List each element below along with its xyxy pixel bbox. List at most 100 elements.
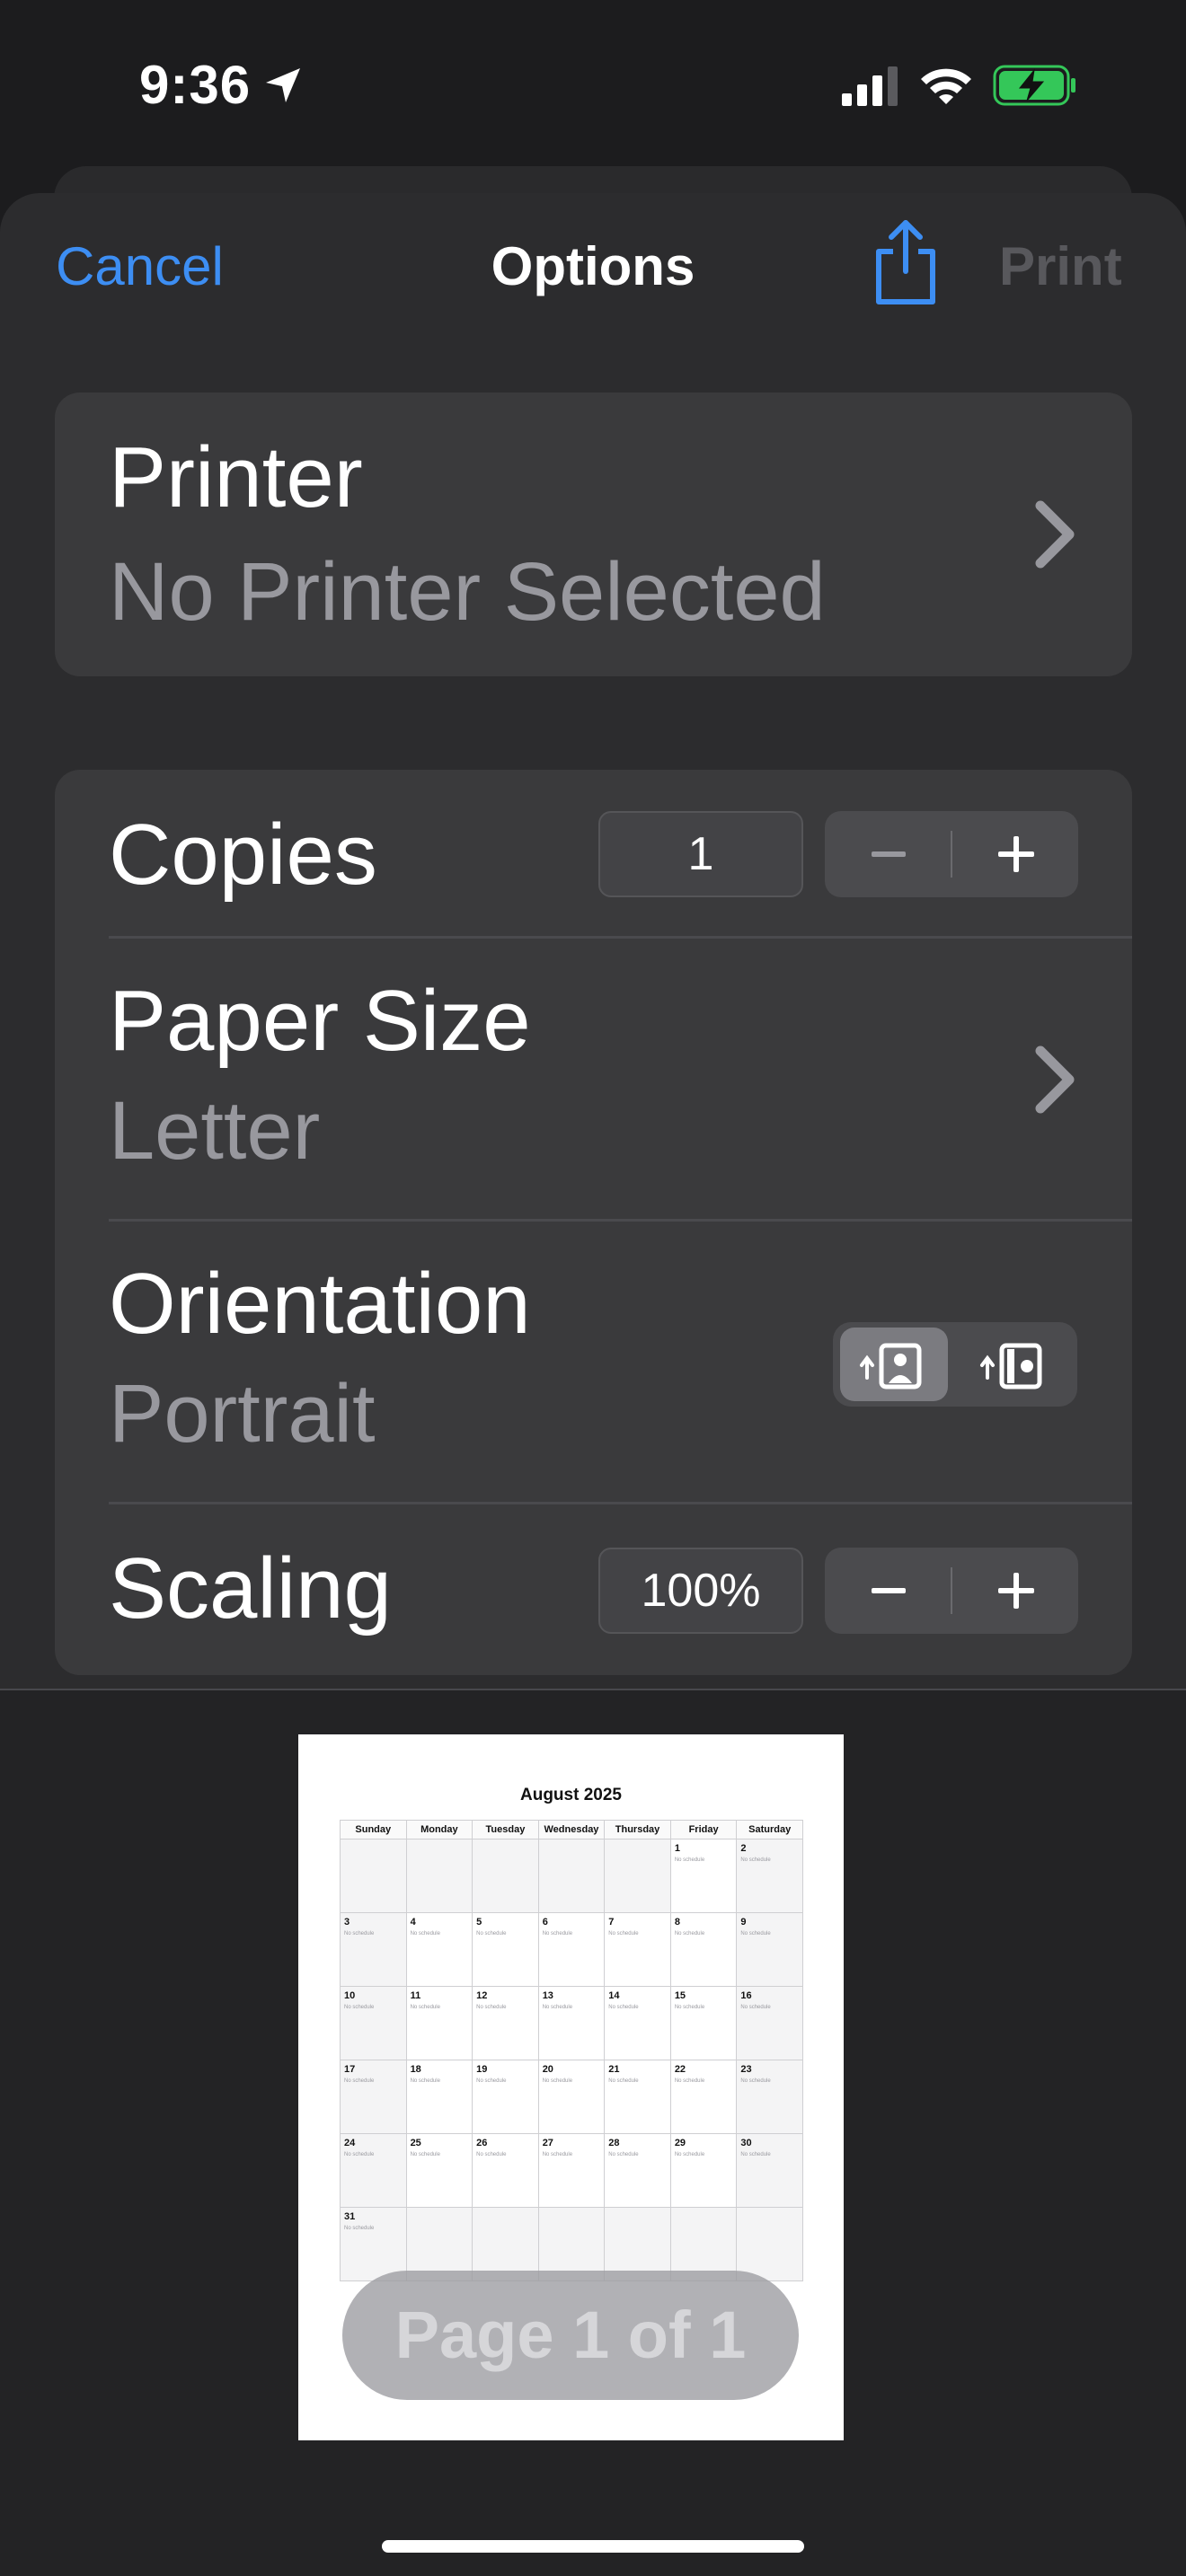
calendar-day-cell: 22 No schedule	[669, 2060, 738, 2134]
day-schedule-text: No schedule	[410, 2152, 440, 2157]
calendar-day-cell	[537, 1839, 606, 1913]
print-button[interactable]: Print	[999, 235, 1122, 297]
minus-icon[interactable]	[825, 1548, 951, 1634]
calendar-day-cell: 20 No schedule	[537, 2060, 606, 2134]
share-icon[interactable]	[870, 217, 942, 307]
paper-size-value: Letter	[109, 1085, 321, 1177]
calendar-day-cell: 9 No schedule	[736, 1912, 803, 1987]
calendar-day-cell	[472, 1839, 539, 1913]
print-options-group: Copies Paper Size Letter Orientation Por…	[55, 770, 1132, 1675]
day-schedule-text: No schedule	[674, 2078, 705, 2084]
calendar-week-row: 17 No schedule 18 No schedule 19 No schedule 2…	[340, 2060, 803, 2134]
row-divider	[109, 1502, 1132, 1504]
day-schedule-text: No schedule	[608, 2152, 639, 2157]
day-schedule-text: No schedule	[476, 1931, 507, 1936]
day-schedule-text: No schedule	[410, 2005, 440, 2010]
day-number: 26	[476, 2138, 488, 2148]
calendar-day-cell: 6 No schedule	[537, 1912, 606, 1987]
plus-icon[interactable]	[952, 811, 1078, 897]
day-schedule-text: No schedule	[608, 2005, 639, 2010]
calendar-day-cell: 11 No schedule	[405, 1986, 474, 2060]
day-number: 15	[674, 1990, 686, 2001]
day-schedule-text: No schedule	[410, 2078, 440, 2084]
copies-label: Copies	[109, 807, 377, 903]
calendar-day-cell: 26 No schedule	[472, 2133, 539, 2208]
calendar-day-cell: 23 No schedule	[736, 2060, 803, 2134]
day-schedule-text: No schedule	[674, 2152, 705, 2157]
day-number: 23	[740, 2064, 752, 2075]
calendar-day-cell: 7 No schedule	[604, 1912, 671, 1987]
status-time: 9:36	[139, 55, 252, 115]
calendar-day-cell: 31 No schedule	[340, 2207, 407, 2281]
weekday-header: Tuesday	[472, 1820, 539, 1839]
calendar-day-cell: 28 No schedule	[604, 2133, 671, 2208]
day-schedule-text: No schedule	[542, 1931, 573, 1936]
calendar-day-cell	[736, 2207, 803, 2281]
landscape-orientation-icon[interactable]	[960, 1328, 1068, 1401]
day-schedule-text: No schedule	[344, 2005, 375, 2010]
day-number: 8	[674, 1917, 680, 1928]
day-number: 1	[674, 1843, 680, 1854]
day-number: 14	[608, 1990, 620, 2001]
day-number: 29	[674, 2138, 686, 2148]
home-indicator[interactable]	[382, 2540, 804, 2553]
calendar-day-cell: 10 No schedule	[340, 1986, 407, 2060]
day-number: 21	[608, 2064, 620, 2075]
page-indicator: Page 1 of 1	[342, 2271, 799, 2400]
printer-row[interactable]: Printer No Printer Selected	[55, 393, 1132, 676]
calendar-day-cell: 8 No schedule	[669, 1912, 738, 1987]
day-schedule-text: No schedule	[344, 1931, 375, 1936]
calendar-day-cell: 16 No schedule	[736, 1986, 803, 2060]
calendar-grid: Sunday Monday Tuesday Wednesday Thursday Frid…	[340, 1820, 803, 2281]
calendar-week-row: 3 No schedule 4 No schedule 5 No schedule 6 No …	[340, 1912, 803, 1987]
minus-icon[interactable]	[825, 811, 951, 897]
calendar-day-cell	[405, 1839, 474, 1913]
day-number: 9	[740, 1917, 747, 1928]
day-schedule-text: No schedule	[608, 1931, 639, 1936]
day-schedule-text: No schedule	[674, 2005, 705, 2010]
calendar-day-cell: 25 No schedule	[405, 2133, 474, 2208]
calendar-day-cell: 18 No schedule	[405, 2060, 474, 2134]
calendar-day-cell: 19 No schedule	[472, 2060, 539, 2134]
plus-icon[interactable]	[952, 1548, 1078, 1634]
status-bar: 9:36	[0, 0, 1186, 171]
orientation-value: Portrait	[109, 1368, 376, 1460]
day-number: 28	[608, 2138, 620, 2148]
calendar-title: August 2025	[520, 1786, 622, 1804]
day-number: 16	[740, 1990, 752, 2001]
day-number: 24	[344, 2138, 356, 2148]
calendar-day-cell: 30 No schedule	[736, 2133, 803, 2208]
chevron-right-icon[interactable]	[1030, 1044, 1080, 1116]
wifi-icon	[921, 68, 971, 104]
orientation-label: Orientation	[109, 1256, 531, 1352]
cellular-signal-icon	[842, 66, 898, 106]
day-schedule-text: No schedule	[542, 2005, 573, 2010]
day-schedule-text: No schedule	[476, 2005, 507, 2010]
day-number: 11	[410, 1990, 421, 2001]
calendar-day-cell: 3 No schedule	[340, 1912, 407, 1987]
weekday-header: Wednesday	[537, 1820, 606, 1839]
scaling-stepper	[825, 1548, 1078, 1634]
day-number: 6	[542, 1917, 548, 1928]
day-schedule-text: No schedule	[740, 1857, 771, 1863]
calendar-day-cell: 21 No schedule	[604, 2060, 671, 2134]
calendar-day-cell: 4 No schedule	[405, 1912, 474, 1987]
day-number: 4	[410, 1917, 416, 1928]
printer-label: Printer	[109, 429, 363, 525]
day-number: 18	[410, 2064, 421, 2075]
calendar-week-row: 1 No schedule 2 No schedule	[340, 1839, 803, 1913]
calendar-week-row: 24 No schedule 25 No schedule 26 No schedule 2…	[340, 2133, 803, 2208]
portrait-orientation-icon[interactable]	[840, 1328, 948, 1401]
calendar-day-cell: 15 No schedule	[669, 1986, 738, 2060]
scaling-field[interactable]: 100%	[598, 1548, 803, 1634]
day-number: 5	[476, 1917, 482, 1928]
copies-field[interactable]: 1	[598, 811, 803, 897]
day-number: 19	[476, 2064, 488, 2075]
day-schedule-text: No schedule	[740, 2152, 771, 2157]
day-schedule-text: No schedule	[476, 2152, 507, 2157]
day-number: 31	[344, 2211, 356, 2222]
day-schedule-text: No schedule	[476, 2078, 507, 2084]
day-number: 2	[740, 1843, 747, 1854]
calendar-day-cell: 27 No schedule	[537, 2133, 606, 2208]
weekday-header: Monday	[405, 1820, 474, 1839]
